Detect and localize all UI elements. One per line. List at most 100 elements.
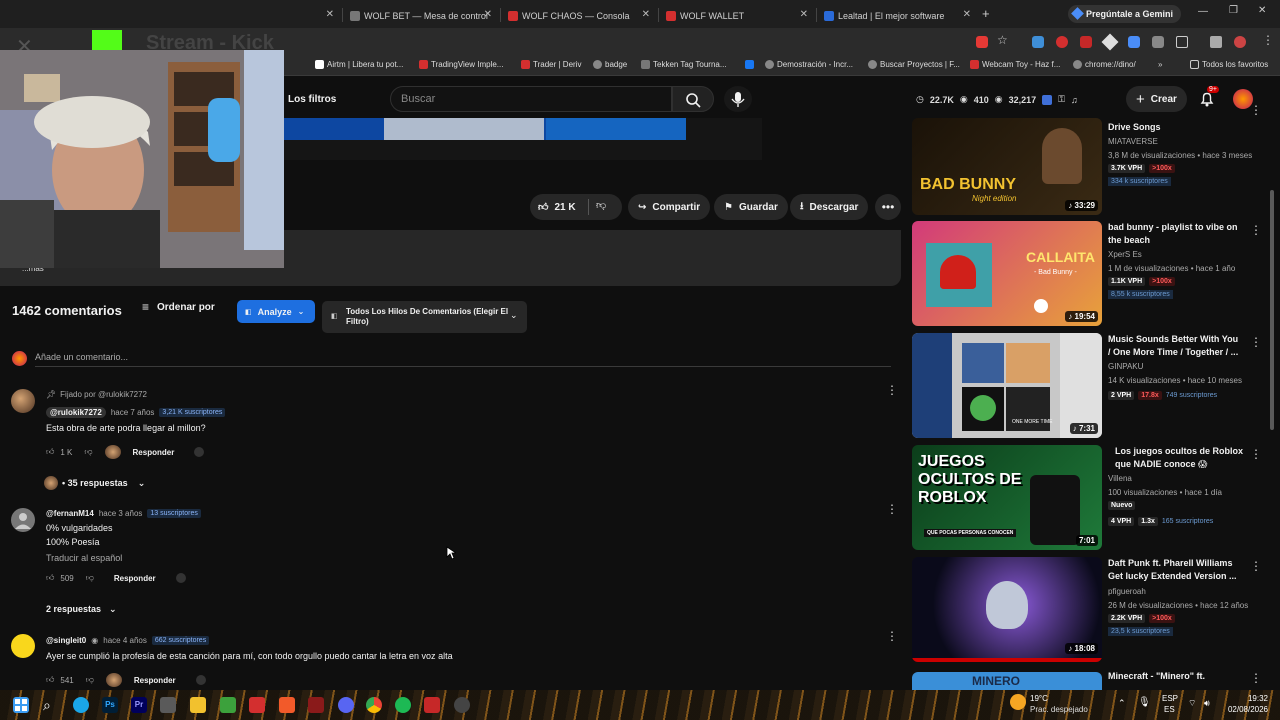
related-video-title[interactable]: Los juegos ocultos de Roblox que NADIE c… bbox=[1115, 445, 1243, 471]
related-video-thumbnail[interactable]: CALLAITA - Bad Bunny - ♪ 19:54 bbox=[912, 221, 1102, 326]
replies-toggle[interactable]: • 35 respuestas ⌄ bbox=[44, 476, 145, 490]
chevron-right-icon[interactable]: » bbox=[1158, 60, 1162, 69]
extension-icon[interactable] bbox=[1042, 94, 1053, 105]
more-vertical-icon[interactable]: ⋮ bbox=[1250, 104, 1262, 116]
star-icon[interactable]: ☆ bbox=[997, 33, 1008, 47]
clock-time[interactable]: 19:32 bbox=[1228, 694, 1268, 703]
spotify-icon[interactable] bbox=[395, 697, 411, 713]
bell-icon[interactable]: ♫ bbox=[1071, 95, 1078, 105]
related-video-channel[interactable]: pfiguerоah bbox=[1108, 587, 1146, 596]
close-icon[interactable]: ✕ bbox=[484, 9, 492, 20]
translate-link[interactable]: Traducir al español bbox=[46, 553, 122, 563]
comment-author[interactable]: @fernanM14 bbox=[46, 509, 94, 518]
comment-time[interactable]: hace 3 años bbox=[99, 509, 143, 518]
translate-icon[interactable] bbox=[194, 447, 205, 457]
tab-partial[interactable]: ✕ bbox=[300, 4, 340, 28]
more-vertical-icon[interactable]: ⋮ bbox=[1250, 448, 1262, 460]
reply-button[interactable]: Responder bbox=[133, 448, 175, 457]
tab-lealtad[interactable]: Lealtad | El mejor software para ✕ bbox=[820, 4, 975, 28]
extension-icon[interactable] bbox=[1056, 36, 1068, 48]
replies-toggle[interactable]: 2 respuestas ⌄ bbox=[46, 604, 117, 615]
search-input[interactable]: Buscar bbox=[390, 86, 672, 112]
photoshop-icon[interactable]: Ps bbox=[102, 697, 118, 713]
bookmark-item[interactable]: Airtm | Libera tu pot... bbox=[315, 60, 403, 69]
related-video-thumbnail[interactable]: JUEGOS OCULTOS DE ROBLOX QUE POCAS PERSO… bbox=[912, 445, 1102, 550]
extension-icon[interactable] bbox=[1080, 36, 1092, 48]
related-video-title[interactable]: Music Sounds Better With You / One More … bbox=[1108, 333, 1243, 359]
brave-icon[interactable] bbox=[279, 697, 295, 713]
thumbs-down-icon[interactable]: 👎︎ bbox=[86, 573, 94, 583]
close-icon[interactable]: ✕ bbox=[800, 9, 808, 20]
more-actions-button[interactable]: ••• bbox=[875, 194, 901, 220]
chevron-up-icon[interactable]: ⌃ bbox=[1118, 698, 1126, 709]
related-video-channel[interactable]: Villena bbox=[1108, 474, 1132, 483]
deriv-icon[interactable] bbox=[249, 697, 265, 713]
lock-icon[interactable]: ⚿ bbox=[1058, 94, 1065, 105]
more-vertical-icon[interactable]: ⋮ bbox=[1250, 336, 1262, 348]
bookmark-item[interactable]: badge bbox=[593, 60, 627, 69]
app-icon[interactable] bbox=[308, 697, 324, 713]
mic-button[interactable] bbox=[724, 86, 752, 112]
edge-icon[interactable] bbox=[73, 697, 89, 713]
more-vertical-icon[interactable]: ⋮ bbox=[1250, 672, 1262, 684]
close-window-button[interactable]: ✕ bbox=[1258, 5, 1266, 16]
network-icon[interactable]: ⌔ bbox=[1188, 698, 1196, 709]
thumbs-down-icon[interactable]: 👎︎ bbox=[84, 447, 92, 457]
bookmark-item[interactable]: Tekken Tag Tourna... bbox=[641, 60, 727, 69]
like-button[interactable]: 👍︎ 21 K bbox=[530, 194, 588, 220]
dislike-button[interactable]: 👎︎ bbox=[596, 199, 606, 211]
store-icon[interactable] bbox=[160, 697, 176, 713]
sort-button[interactable]: ≡ Ordenar por bbox=[142, 300, 215, 314]
comment-filter-dropdown[interactable]: ◧ Todos Los Hilos De Comentarios (Elegir… bbox=[322, 301, 527, 333]
video-player[interactable] bbox=[284, 118, 762, 160]
related-video-title[interactable]: Minecraft - "Minero" ft. bbox=[1108, 670, 1243, 683]
start-button[interactable] bbox=[13, 697, 29, 713]
tab-wolf-wallet[interactable]: WOLF WALLET ✕ bbox=[662, 4, 812, 28]
extension-icon[interactable] bbox=[1128, 36, 1140, 48]
puzzle-icon[interactable] bbox=[1176, 36, 1188, 48]
more-vertical-icon[interactable]: ⋮ bbox=[1250, 560, 1262, 572]
minecraft-icon[interactable] bbox=[220, 697, 236, 713]
bookmark-item[interactable]: TradingView Imple... bbox=[419, 60, 503, 69]
reply-button[interactable]: Responder bbox=[134, 676, 176, 685]
description-box[interactable] bbox=[284, 230, 901, 286]
related-video-channel[interactable]: GINPAKU bbox=[1108, 362, 1143, 371]
translate-icon[interactable] bbox=[175, 573, 186, 583]
tab-wolf-bet[interactable]: WOLF BET — Mesa de control ✕ bbox=[346, 4, 496, 28]
voicemeeter-icon[interactable] bbox=[424, 697, 440, 713]
share-button[interactable]: ↪ Compartir bbox=[628, 194, 711, 220]
language-indicator-sub[interactable]: ES bbox=[1164, 705, 1175, 714]
bookmark-item[interactable]: Trader | Deriv bbox=[521, 60, 581, 69]
new-tab-button[interactable]: + bbox=[982, 6, 990, 21]
close-icon[interactable]: ✕ bbox=[326, 9, 334, 20]
comment-time[interactable]: hace 4 años bbox=[103, 636, 147, 645]
bookmark-item[interactable] bbox=[745, 60, 754, 69]
list-icon[interactable] bbox=[1210, 36, 1222, 48]
folder-icon[interactable] bbox=[190, 697, 206, 713]
mic-icon[interactable]: 🎙︎ bbox=[1138, 697, 1151, 708]
analyze-button[interactable]: ◧ Analyze ⌄ bbox=[237, 300, 315, 323]
more-vertical-icon[interactable]: ⋮ bbox=[886, 503, 898, 515]
translate-icon[interactable] bbox=[195, 675, 206, 685]
notifications-button[interactable]: 9+ bbox=[1198, 86, 1219, 108]
extension-icon[interactable] bbox=[976, 36, 988, 48]
chrome-icon[interactable] bbox=[366, 697, 382, 713]
comment-author[interactable]: @rulokik7272 bbox=[46, 407, 106, 418]
clock-date[interactable]: 02/08/2026 bbox=[1218, 705, 1268, 714]
all-favorites[interactable]: Todos los favoritos bbox=[1190, 60, 1268, 69]
related-video-channel[interactable]: MIATAVERSE bbox=[1108, 137, 1158, 146]
comment-avatar[interactable] bbox=[11, 634, 35, 658]
thumbs-up-icon[interactable]: 👍︎ bbox=[46, 675, 54, 685]
scrollbar-thumb[interactable] bbox=[1270, 190, 1274, 430]
add-comment-input[interactable]: Añade un comentario... bbox=[35, 352, 128, 362]
close-icon[interactable]: ✕ bbox=[963, 9, 971, 20]
menu-icon[interactable]: ⋮ bbox=[1262, 33, 1274, 47]
related-video-title[interactable]: bad bunny - playlist to vibe on the beac… bbox=[1108, 221, 1243, 247]
related-video-title[interactable]: Drive Songs bbox=[1108, 121, 1243, 134]
more-vertical-icon[interactable]: ⋮ bbox=[886, 384, 898, 396]
extension-icon[interactable] bbox=[1152, 36, 1164, 48]
filters-label[interactable]: Los filtros bbox=[288, 94, 336, 105]
gemini-button[interactable]: Pregúntale a Gemini bbox=[1068, 5, 1182, 23]
weather-temp[interactable]: 19°C bbox=[1030, 694, 1048, 703]
bookmark-item[interactable]: Demostración - Incr... bbox=[765, 60, 853, 69]
